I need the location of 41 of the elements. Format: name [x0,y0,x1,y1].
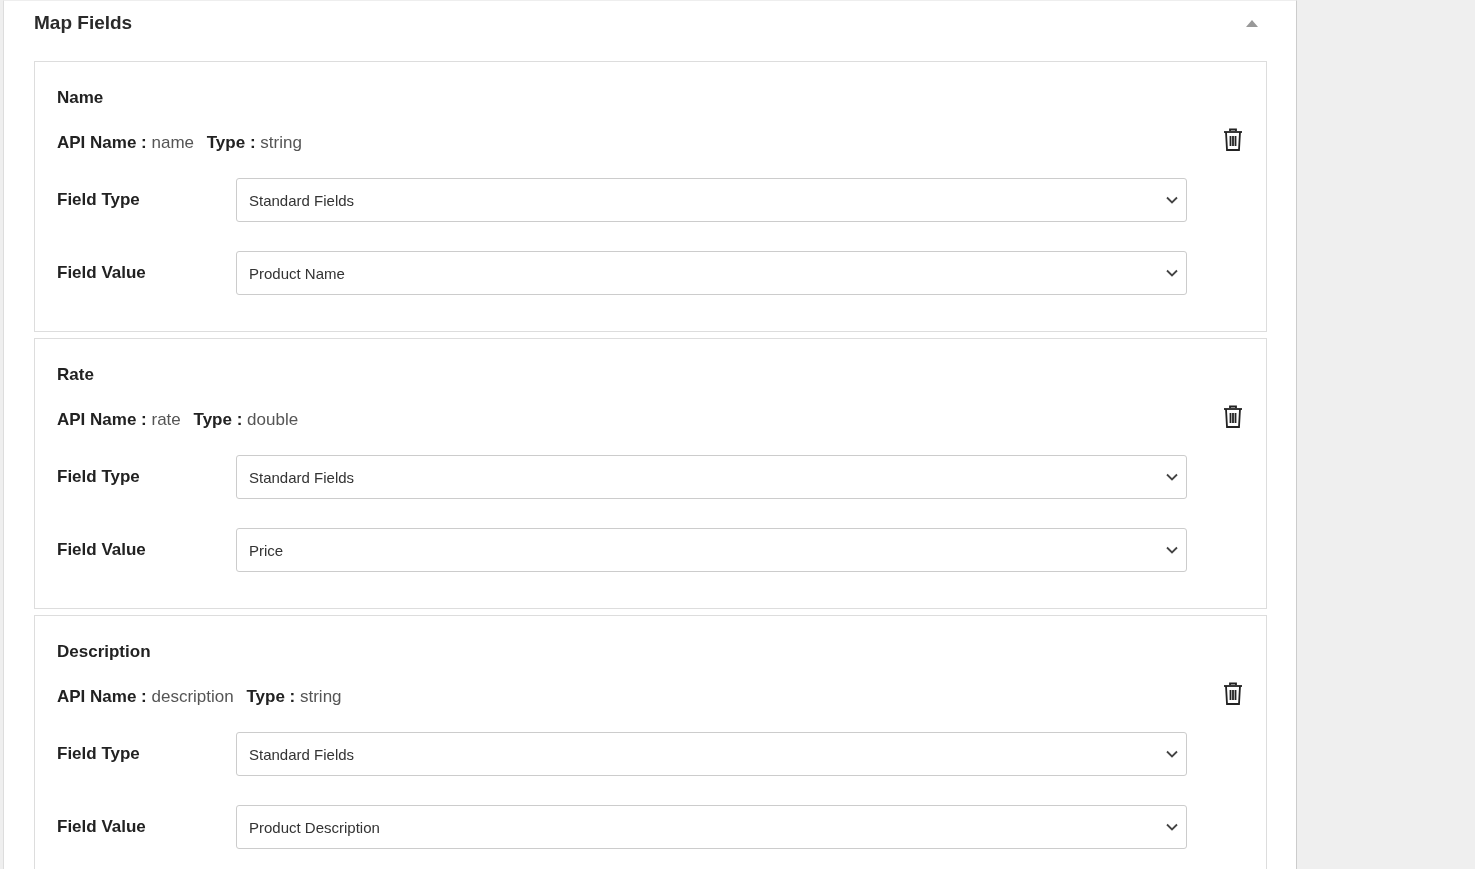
type-value: string [300,687,342,706]
field-name: Description [57,642,152,662]
trash-icon [1223,128,1243,152]
dropdown-field[interactable]: Standard Fields [236,455,1187,499]
type-value: double [247,410,299,429]
dropdown-field[interactable]: Product Name [236,251,1187,295]
field-label: Field Value [57,540,147,560]
chevron-down-icon [1166,196,1178,204]
field-name: Name [57,88,105,108]
dropdown-field[interactable]: Standard Fields [236,178,1187,222]
section-title: Map Fields [34,12,133,34]
chevron-down-icon [1166,823,1178,831]
chevron-down-icon [1166,546,1178,554]
trash-icon [1223,405,1243,429]
api-name-value: name [151,133,194,152]
chevron-down-icon [1166,750,1178,758]
api-name-value: description [151,687,234,706]
dropdown-field[interactable]: Price [236,528,1187,572]
type-label: Type : [246,687,296,706]
api-name-label: API Name : [57,133,147,152]
caret-up-icon [1246,19,1258,27]
chevron-down-icon [1166,473,1178,481]
field-label: Field Value [57,817,147,837]
field-label: Field Type [57,467,141,487]
delete-button[interactable] [1223,682,1243,706]
field-label: Field Type [57,190,141,210]
type-value: string [260,133,302,152]
api-name-label: API Name : [57,410,147,429]
api-name-value: rate [151,410,181,429]
dropdown-field[interactable]: Standard Fields [236,732,1187,776]
type-label: Type : [206,133,256,152]
field-name: Rate [57,365,95,385]
field-label: Field Value [57,263,147,283]
delete-button[interactable] [1223,405,1243,429]
delete-button[interactable] [1223,128,1243,152]
api-name-label: API Name : [57,687,147,706]
trash-icon [1223,682,1243,706]
type-label: Type : [193,410,243,429]
chevron-down-icon [1166,269,1178,277]
field-label: Field Type [57,744,141,764]
dropdown-field[interactable]: Product Description [236,805,1187,849]
